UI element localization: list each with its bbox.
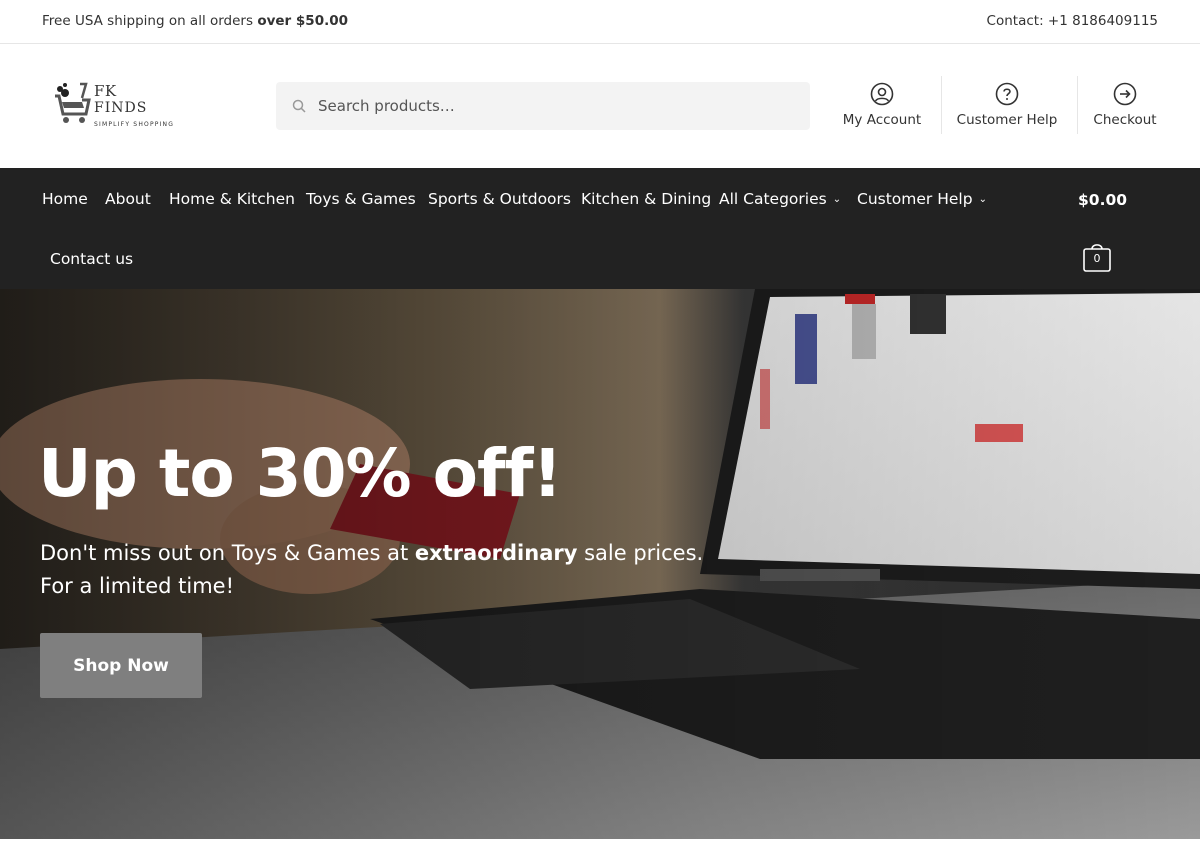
nav-item-about[interactable]: About [105,190,151,208]
cart-total[interactable]: $0.00 [1078,191,1127,209]
header-divider [941,76,942,134]
main-navigation: Home About Home & Kitchen Toys & Games S… [0,168,1200,289]
logo-line-2: FINDS [94,100,148,116]
hero-subtitle-prefix: Don't miss out on Toys & Games at [40,541,415,565]
checkout-label: Checkout [1093,112,1157,128]
customer-help-link[interactable]: Customer Help [952,82,1062,134]
hero-subtitle: Don't miss out on Toys & Games at extrao… [40,537,740,603]
nav-item-all-categories[interactable]: All Categories ⌄ [719,190,841,208]
search-bar [276,82,810,130]
logo-tagline: SIMPLIFY SHOPPING [94,121,175,128]
my-account-label: My Account [842,112,922,128]
shipping-text: Free USA shipping on all orders [42,13,258,29]
hero-banner: Up to 30% off! Don't miss out on Toys & … [0,289,1200,839]
nav-item-contact-us[interactable]: Contact us [50,250,133,268]
cart-logo-icon [55,82,91,123]
nav-item-home-kitchen[interactable]: Home & Kitchen [169,190,295,208]
search-icon [292,99,306,113]
top-bar: Free USA shipping on all orders over $50… [0,0,1200,44]
cart-count-badge: 0 [1093,252,1101,265]
shipping-notice: Free USA shipping on all orders over $50… [42,13,348,29]
question-icon [995,82,1019,106]
chevron-down-icon: ⌄ [978,194,987,205]
user-icon [870,82,894,106]
search-input[interactable] [318,82,798,130]
hero-subtitle-bold: extraordinary [414,541,578,565]
nav-item-customer-help-label: Customer Help [857,190,973,208]
my-account-link[interactable]: My Account [838,82,926,134]
header-divider [1077,76,1078,134]
contact-phone[interactable]: Contact: +1 8186409115 [987,13,1158,29]
nav-item-toys-games[interactable]: Toys & Games [306,190,416,208]
site-header: FK FINDS SIMPLIFY SHOPPING My Account Cu… [0,44,1200,168]
hero-heading: Up to 30% off! [38,435,563,512]
checkout-link[interactable]: Checkout [1088,82,1162,134]
page-bottom-edge [0,839,1200,850]
nav-item-home[interactable]: Home [42,190,88,208]
nav-item-sports-outdoors[interactable]: Sports & Outdoors [428,190,571,208]
shipping-threshold: over $50.00 [257,13,348,29]
nav-item-customer-help[interactable]: Customer Help ⌄ [857,190,987,208]
nav-item-all-categories-label: All Categories [719,190,827,208]
logo-line-1: FK [94,82,117,100]
customer-help-label: Customer Help [956,112,1058,128]
nav-item-kitchen-dining[interactable]: Kitchen & Dining [581,190,711,208]
arrow-right-circle-icon [1113,82,1137,106]
shop-now-button[interactable]: Shop Now [40,633,202,698]
chevron-down-icon: ⌄ [832,194,842,205]
site-logo[interactable]: FK FINDS SIMPLIFY SHOPPING [52,78,197,134]
